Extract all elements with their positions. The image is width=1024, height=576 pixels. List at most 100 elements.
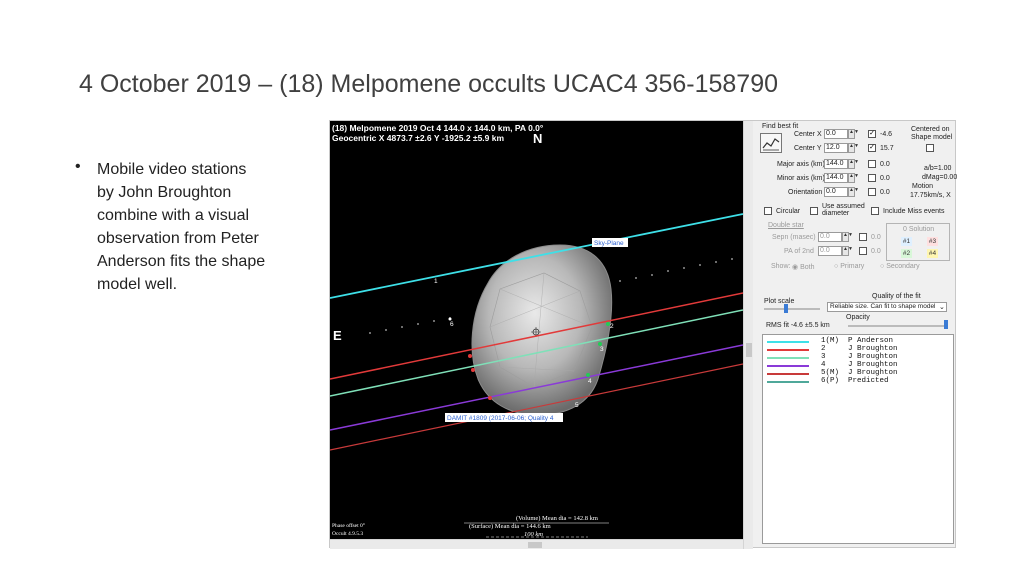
orientation-checkbox[interactable] <box>868 188 876 196</box>
legend-swatch <box>767 357 809 359</box>
hscroll-thumb[interactable] <box>528 542 542 548</box>
plot-header-line1: (18) Melpomene 2019 Oct 4 144.0 x 144.0 … <box>332 123 544 133</box>
skyplane-label: Sky-Plane <box>594 240 624 247</box>
minor-axis-input[interactable]: 144.0 <box>824 173 848 183</box>
surface-diameter-label: (Surface) Mean dia = 144.6 km <box>469 523 551 530</box>
pa-2nd-spinner[interactable]: ▲▼ <box>842 246 853 256</box>
occultation-plot[interactable]: (18) Melpomene 2019 Oct 4 144.0 x 144.0 … <box>330 121 743 539</box>
solution-box: 0 Solution #1 #3 #2 #4 <box>886 223 950 261</box>
damit-label: DAMIT #1809 (2017-06-06; Quality 4 <box>447 415 554 422</box>
show-both-radio[interactable]: ◉ Both <box>792 263 814 271</box>
orientation-label: Orientation <box>788 189 823 196</box>
centered-on-shape-checkbox[interactable] <box>926 144 934 152</box>
legend-swatch <box>767 365 809 367</box>
legend-swatch <box>767 381 809 383</box>
quality-select[interactable]: Reliable size. Can fit to shape model <box>827 302 947 312</box>
show-both-label: Both <box>800 264 815 271</box>
center-x-input[interactable]: 0.0 <box>824 129 848 139</box>
legend-swatch <box>767 349 809 351</box>
centered-on-shape-label: Centered on Shape model <box>911 126 953 141</box>
circular-label: Circular <box>776 208 801 215</box>
solution-chip-4[interactable]: #4 <box>927 249 938 258</box>
minor-axis-label: Minor axis (km) <box>777 175 825 182</box>
minor-axis-spinner[interactable]: ▲▼ <box>848 173 859 183</box>
legend-text: 3 J Broughton <box>821 353 898 361</box>
circular-checkbox[interactable] <box>764 207 772 215</box>
plot-header-line2: Geocentric X 4873.7 ±2.6 Y -1925.2 ±5.9 … <box>332 133 504 143</box>
pa-2nd-input[interactable]: 0.0 <box>818 246 842 256</box>
occult-version-label: Occult 4.9.5.3 <box>332 531 363 537</box>
center-y-checkbox[interactable]: ✓ <box>868 144 876 152</box>
chord-label-3: 3 <box>600 346 604 353</box>
center-x-step: -4.6 <box>880 131 893 138</box>
show-label: Show: <box>771 263 791 270</box>
solution-label: 0 Solution <box>903 226 935 233</box>
vscroll-thumb[interactable] <box>746 343 752 357</box>
plot-canvas: (18) Melpomene 2019 Oct 4 144.0 x 144.0 … <box>330 123 743 538</box>
plot-scale-label: Plot scale <box>764 298 795 305</box>
sepn-checkbox[interactable] <box>859 233 867 241</box>
motion-label: Motion <box>912 183 934 190</box>
motion-value: 17.75km/s, X <box>910 192 951 199</box>
chord-label-6: 6 <box>450 321 454 328</box>
sepn-step: 0.0 <box>871 234 881 241</box>
pa-2nd-checkbox[interactable] <box>859 247 867 255</box>
use-assumed-diameter-checkbox[interactable] <box>810 207 818 215</box>
bullet-text: Mobile video stations by John Broughton … <box>97 161 266 293</box>
double-star-label: Double star <box>768 222 804 229</box>
major-axis-label: Major axis (km) <box>777 161 825 168</box>
occult-window: (18) Melpomene 2019 Oct 4 144.0 x 144.0 … <box>329 120 958 549</box>
pa-2nd-label: PA of 2nd <box>784 248 814 255</box>
opacity-slider-track[interactable] <box>848 325 948 327</box>
legend-text: 1(M) P Anderson <box>821 337 894 345</box>
plot-horizontal-scrollbar[interactable] <box>330 539 743 549</box>
center-y-spinner[interactable]: ▲▼ <box>848 143 859 153</box>
solution-chip-2[interactable]: #2 <box>901 249 912 258</box>
major-axis-checkbox[interactable] <box>868 160 876 168</box>
quality-value: Reliable size. Can fit to shape model <box>830 303 936 310</box>
chevron-down-icon[interactable]: ⌄ <box>939 303 945 311</box>
minor-axis-step: 0.0 <box>880 175 890 182</box>
solution-chip-3[interactable]: #3 <box>927 237 938 246</box>
opacity-slider-thumb[interactable] <box>944 320 948 329</box>
major-axis-step: 0.0 <box>880 161 890 168</box>
show-primary-radio[interactable]: ○ Primary <box>834 263 864 270</box>
ab-ratio: a/b=1.00 <box>924 165 952 172</box>
dmag: dMag=0.00 <box>922 174 958 181</box>
bullet-list: • Mobile video stations by John Broughto… <box>75 158 275 296</box>
solution-chip-1[interactable]: #1 <box>901 237 912 246</box>
minor-axis-checkbox[interactable] <box>868 174 876 182</box>
orientation-input[interactable]: 0.0 <box>824 187 848 197</box>
center-y-step: 15.7 <box>880 145 894 152</box>
orientation-step: 0.0 <box>880 189 890 196</box>
center-x-checkbox[interactable]: ✓ <box>868 130 876 138</box>
center-x-spinner[interactable]: ▲▼ <box>848 129 859 139</box>
chord-label-2: 2 <box>610 323 614 330</box>
center-y-label: Center Y <box>794 145 822 152</box>
legend-text: 5(M) J Broughton <box>821 369 898 377</box>
legend-swatch <box>767 341 809 343</box>
major-axis-input[interactable]: 144.0 <box>824 159 848 169</box>
major-axis-spinner[interactable]: ▲▼ <box>848 159 859 169</box>
center-y-input[interactable]: 12.0 <box>824 143 848 153</box>
plot-scale-slider-track[interactable] <box>764 308 820 310</box>
show-primary-label: Primary <box>840 263 865 270</box>
quality-label: Quality of the fit <box>872 293 921 300</box>
show-secondary-label: Secondary <box>886 263 920 270</box>
bullet-symbol: • <box>75 158 81 175</box>
east-label: E <box>333 328 342 343</box>
observer-legend: 1(M) P Anderson 2 J Broughton 3 J Brough… <box>762 334 954 544</box>
sepn-label: Sepn (masec) <box>772 234 816 241</box>
show-secondary-radio[interactable]: ○ Secondary <box>880 263 920 270</box>
include-miss-events-checkbox[interactable] <box>871 207 879 215</box>
find-best-fit-label: Find best fit <box>762 123 799 130</box>
find-best-fit-button[interactable] <box>760 133 782 153</box>
sepn-input[interactable]: 0.0 <box>818 232 842 242</box>
plot-vertical-scrollbar[interactable] <box>743 121 753 549</box>
pa-2nd-step: 0.0 <box>871 248 881 255</box>
orientation-spinner[interactable]: ▲▼ <box>848 187 859 197</box>
plot-scale-slider-thumb[interactable] <box>784 304 788 313</box>
chord-label-1: 1 <box>434 278 438 285</box>
sepn-spinner[interactable]: ▲▼ <box>842 232 853 242</box>
use-assumed-diameter-label: Use assumed diameter <box>822 203 865 217</box>
